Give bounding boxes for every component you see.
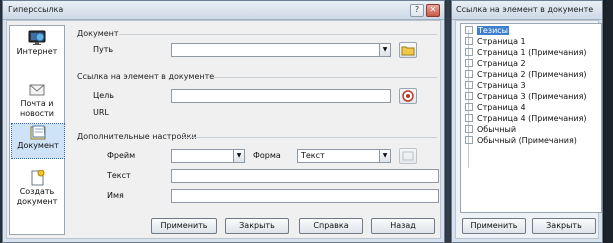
chevron-down-icon[interactable]: ▼ (233, 150, 244, 162)
tree-node-icon (465, 48, 473, 56)
text-label: Текст (107, 171, 131, 180)
tree-node-icon (465, 92, 473, 100)
tree-item[interactable]: Страница 4 (465, 103, 526, 113)
extra-section-divider (181, 137, 437, 138)
tree-node-icon (465, 114, 473, 122)
target-label: Цель (93, 91, 114, 100)
path-label: Путь (93, 45, 114, 54)
folder-icon (401, 46, 415, 56)
category-list: Интернет Почта и новости Документ Создат… (9, 25, 65, 235)
frame-events-button[interactable] (399, 148, 417, 164)
form-label: Форма (253, 151, 281, 160)
document-section-divider (119, 34, 437, 35)
tree-node-icon (465, 103, 473, 111)
close-button[interactable]: Закрыть (225, 218, 289, 234)
target-dialog-title: Ссылка на элемент в документе (456, 5, 594, 14)
tree-node-icon (465, 70, 473, 78)
name-label: Имя (107, 191, 124, 200)
target-section-divider (213, 77, 437, 78)
tree-item[interactable]: Тезисы (465, 26, 509, 36)
tree-item[interactable]: Страница 1 (Примечания) (465, 48, 587, 58)
tree-item[interactable]: Страница 3 (Примечания) (465, 92, 587, 102)
tree-node-icon (465, 26, 473, 34)
help-button[interactable]: Справка (299, 218, 363, 234)
target-dialog-body: Тезисы Страница 1 Страница 1 (Примечания… (455, 20, 602, 239)
frame-combobox[interactable]: ▼ (171, 149, 245, 163)
apply-button[interactable]: Применить (151, 218, 217, 234)
tree-node-icon (465, 81, 473, 89)
tree-item[interactable]: Страница 2 (Примечания) (465, 70, 587, 80)
tree-item[interactable]: Страница 2 (465, 59, 526, 69)
chevron-down-icon[interactable]: ▼ (379, 44, 390, 56)
close-icon[interactable]: ✕ (426, 4, 440, 17)
tree-item[interactable]: Страница 3 (465, 81, 526, 91)
target-picker-button[interactable] (399, 88, 417, 104)
back-button[interactable]: Назад (371, 218, 435, 234)
form-combobox-value: Текст (301, 151, 325, 160)
help-icon[interactable]: ? (410, 4, 424, 17)
path-combobox[interactable]: ▼ (171, 43, 391, 57)
url-label: URL (93, 108, 109, 117)
tree-item[interactable]: Страница 4 (Примечания) (465, 114, 587, 124)
category-new-document[interactable]: Создать документ (11, 170, 63, 208)
name-input[interactable] (171, 189, 439, 203)
category-document-label: Документ (17, 141, 59, 150)
tree-item[interactable]: Обычный (Примечания) (465, 136, 577, 146)
category-internet[interactable]: Интернет (11, 30, 63, 62)
category-internet-label: Интернет (16, 47, 58, 56)
tree-node-icon (465, 59, 473, 67)
text-input[interactable] (171, 169, 439, 183)
document-section-title: Документ (77, 29, 119, 38)
category-mail[interactable]: Почта и новости (11, 82, 63, 120)
category-document[interactable]: Документ (11, 123, 65, 159)
target-dialog-titlebar: Ссылка на элемент в документе (452, 1, 602, 20)
form-combobox[interactable]: Текст ▼ (297, 149, 391, 163)
target-icon (402, 90, 414, 102)
hyperlink-dialog-title: Гиперссылка (8, 5, 64, 14)
frame-icon (402, 151, 414, 161)
target-apply-button[interactable]: Применить (462, 218, 526, 234)
target-input[interactable] (171, 89, 391, 103)
globe-monitor-icon (28, 30, 46, 45)
mail-news-icon (29, 84, 45, 96)
document-tree[interactable]: Тезисы Страница 1 Страница 1 (Примечания… (460, 23, 602, 213)
target-in-document-dialog: Ссылка на элемент в документе Тезисы Стр… (451, 0, 603, 243)
category-new-document-label: Создать документ (16, 187, 58, 206)
category-mail-label: Почта и новости (20, 99, 54, 118)
hyperlink-dialog-body: Интернет Почта и новости Документ Создат… (6, 20, 441, 239)
tree-item[interactable]: Обычный (465, 125, 516, 135)
tree-node-icon (465, 136, 473, 144)
hyperlink-dialog: Гиперссылка ? ✕ Интернет Почта и новости (2, 0, 445, 243)
chevron-down-icon[interactable]: ▼ (379, 150, 390, 162)
target-close-button[interactable]: Закрыть (532, 218, 596, 234)
extra-section-title: Дополнительные настройки (77, 132, 197, 141)
target-section-title: Ссылка на элемент в документе (77, 72, 215, 81)
browse-folder-button[interactable] (399, 42, 417, 58)
frame-label: Фрейм (107, 151, 136, 160)
tree-node-icon (465, 125, 473, 133)
hyperlink-dialog-titlebar: Гиперссылка ? ✕ (3, 1, 444, 20)
document-icon (30, 125, 46, 140)
tree-node-icon (465, 37, 473, 45)
tree-item[interactable]: Страница 1 (465, 37, 526, 47)
new-document-icon (31, 170, 45, 186)
